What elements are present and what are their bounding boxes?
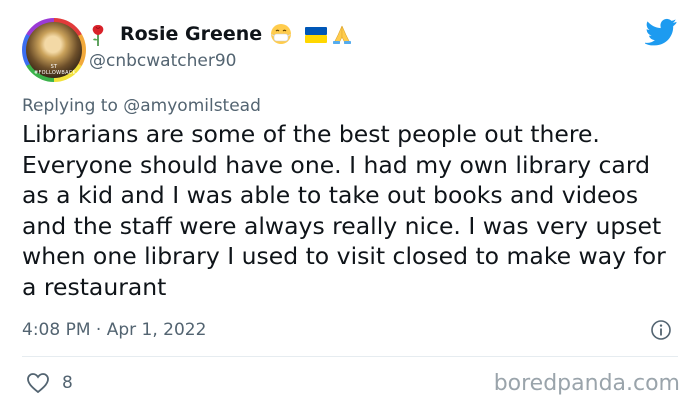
tweet-timestamp[interactable]: 4:08 PM · Apr 1, 2022 [22,318,206,342]
rose-icon [92,25,104,46]
boredpanda-watermark: boredpanda.com [493,371,680,396]
avatar-ring-text: ST #FOLLOWBACK [34,64,77,76]
twitter-bird-icon[interactable] [645,18,677,46]
user-handle[interactable]: @cnbcwatcher90 [89,50,236,72]
display-name[interactable]: Rosie Greene [120,21,262,47]
mask-face-icon [271,24,291,44]
divider [22,356,678,357]
tweet-text: Librarians are some of the best people o… [22,120,666,301]
reply-mention-link[interactable]: @amyomilstead [123,96,261,116]
info-icon[interactable] [650,319,672,341]
heart-icon[interactable] [26,372,50,394]
ukraine-flag-icon [305,27,327,43]
reply-prefix: Replying to [22,96,124,116]
avatar[interactable]: ST #FOLLOWBACK [22,18,86,82]
replying-to: Replying to @amyomilstead [22,94,261,118]
praying-hands-icon [333,25,351,44]
like-count: 8 [62,373,73,393]
